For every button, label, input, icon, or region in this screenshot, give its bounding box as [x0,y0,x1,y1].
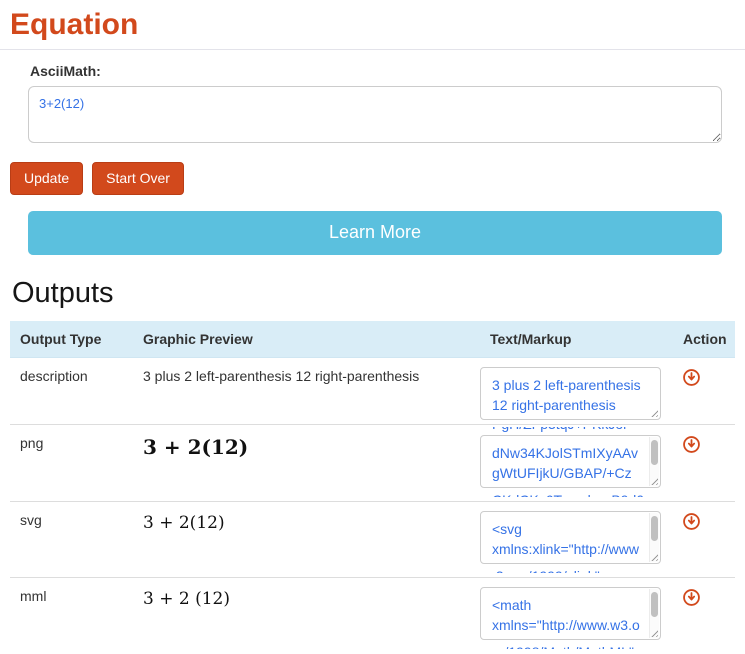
scrollbar-thumb[interactable] [651,440,658,465]
asciimath-form: AsciiMath: 3+2(12) [28,63,722,143]
column-header-graphic-preview: Graphic Preview [133,321,480,358]
markup-line: xmlns="http://www.w3.o [492,615,648,635]
asciimath-input[interactable]: 3+2(12) [28,86,722,143]
output-type-label: mml [20,588,46,604]
download-circle-arrow-down-icon[interactable] [683,436,700,453]
svg-math-preview: 3 + 2(12) [143,512,470,533]
markup-line: xmlns:xlink="http://www [492,539,648,559]
asciimath-label: AsciiMath: [30,63,720,79]
markup-line: 12 right-parenthesis [492,395,648,415]
equation-page: Equation AsciiMath: 3+2(12) Update Start… [0,8,745,653]
download-circle-arrow-down-icon[interactable] [683,369,700,386]
resize-grip-icon[interactable] [649,408,658,417]
svg-markup-textarea[interactable]: <svg xmlns:xlink="http://www [480,511,661,564]
scrollbar-thumb[interactable] [651,592,658,617]
table-row-description: description 3 plus 2 left-parenthesis 12… [10,358,735,425]
table-row-svg: svg 3 + 2(12) <svg xmlns:xlink="http://w… [10,502,735,578]
mml-math-preview: 3 + 2 (12) [143,588,470,609]
column-header-output-type: Output Type [10,321,133,358]
form-buttons: Update Start Over [10,162,745,195]
learn-more-button[interactable]: Learn More [28,211,722,255]
markup-overflow-line: .3.org/1999/xlink" w [492,566,662,573]
table-row-mml: mml 3 + 2 (12) <math xmlns="http://www.w… [10,578,735,654]
markup-line: 3 plus 2 left-parenthesis [492,375,648,395]
outputs-table: Output Type Graphic Preview Text/Markup … [10,321,735,653]
update-button[interactable]: Update [10,162,83,195]
column-header-action: Action [673,321,735,358]
output-type-label: description [20,368,88,384]
markup-line: dNw34KJolSTmIXyAAv [492,443,648,463]
scrollbar-thumb[interactable] [651,516,658,541]
mml-markup-textarea[interactable]: <math xmlns="http://www.w3.o [480,587,661,640]
title-divider [0,49,745,50]
outputs-heading: Outputs [12,277,745,310]
table-header-row: Output Type Graphic Preview Text/Markup … [10,321,735,358]
description-preview: 3 plus 2 left-parenthesis 12 right-paren… [143,368,419,384]
output-type-label: png [20,435,43,451]
png-markup-textarea[interactable]: dNw34KJolSTmIXyAAv gWtUFIjkU/GBAP/+Cz [480,435,661,488]
start-over-button[interactable]: Start Over [92,162,184,195]
markup-overflow-line: CKdCKv6Tzymbq+B9d0 [492,490,662,497]
markup-overflow-line: PgH/ZFp3tqJ+PKkJol [492,427,662,434]
table-row-png: png 3 + 2(12) PgH/ZFp3tqJ+PKkJol dNw34KJ… [10,425,735,502]
output-type-label: svg [20,512,42,528]
markup-line: gWtUFIjkU/GBAP/+Cz [492,463,648,483]
markup-line: <math [492,595,648,615]
download-circle-arrow-down-icon[interactable] [683,589,700,606]
markup-line: <svg [492,519,648,539]
download-circle-arrow-down-icon[interactable] [683,513,700,530]
page-title: Equation [10,8,745,42]
description-markup-textarea[interactable]: 3 plus 2 left-parenthesis 12 right-paren… [480,367,661,420]
png-math-preview: 3 + 2(12) [143,435,470,459]
column-header-text-markup: Text/Markup [480,321,673,358]
